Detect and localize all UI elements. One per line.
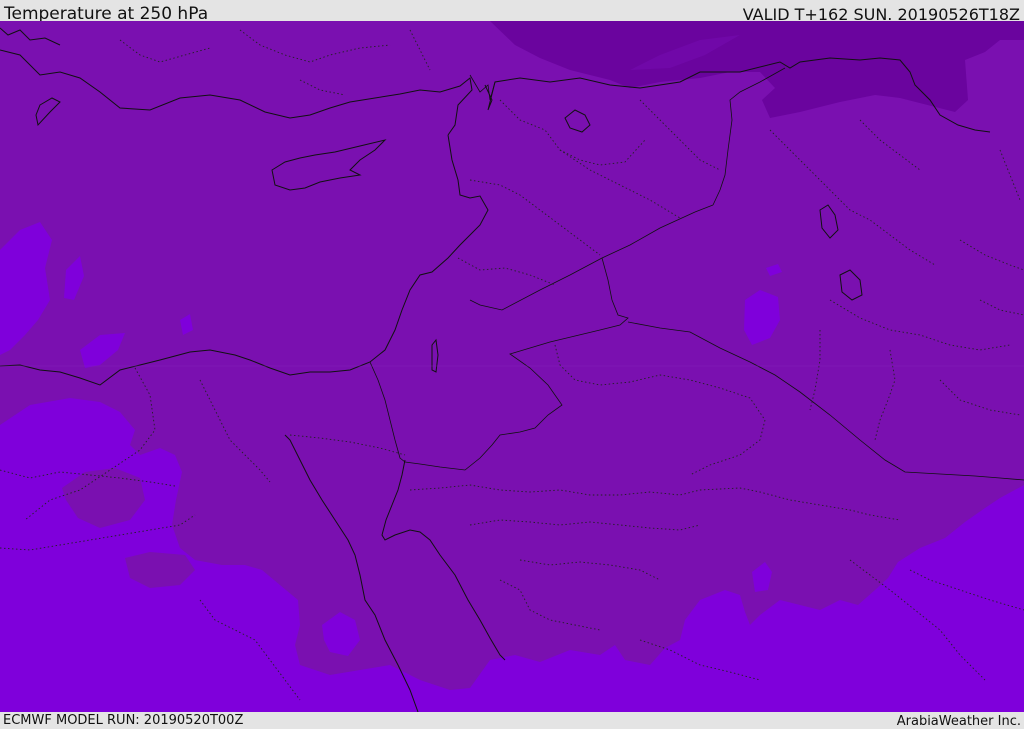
model-run-label: ECMWF MODEL RUN: 20190520T00Z — [3, 713, 244, 728]
temperature-map[interactable] — [0, 21, 1024, 712]
credit-label: ArabiaWeather Inc. — [896, 714, 1021, 729]
header-bar: Temperature at 250 hPa VALID T+162 SUN. … — [0, 0, 1024, 24]
footer-bar: ECMWF MODEL RUN: 20190520T00Z ArabiaWeat… — [0, 712, 1024, 729]
